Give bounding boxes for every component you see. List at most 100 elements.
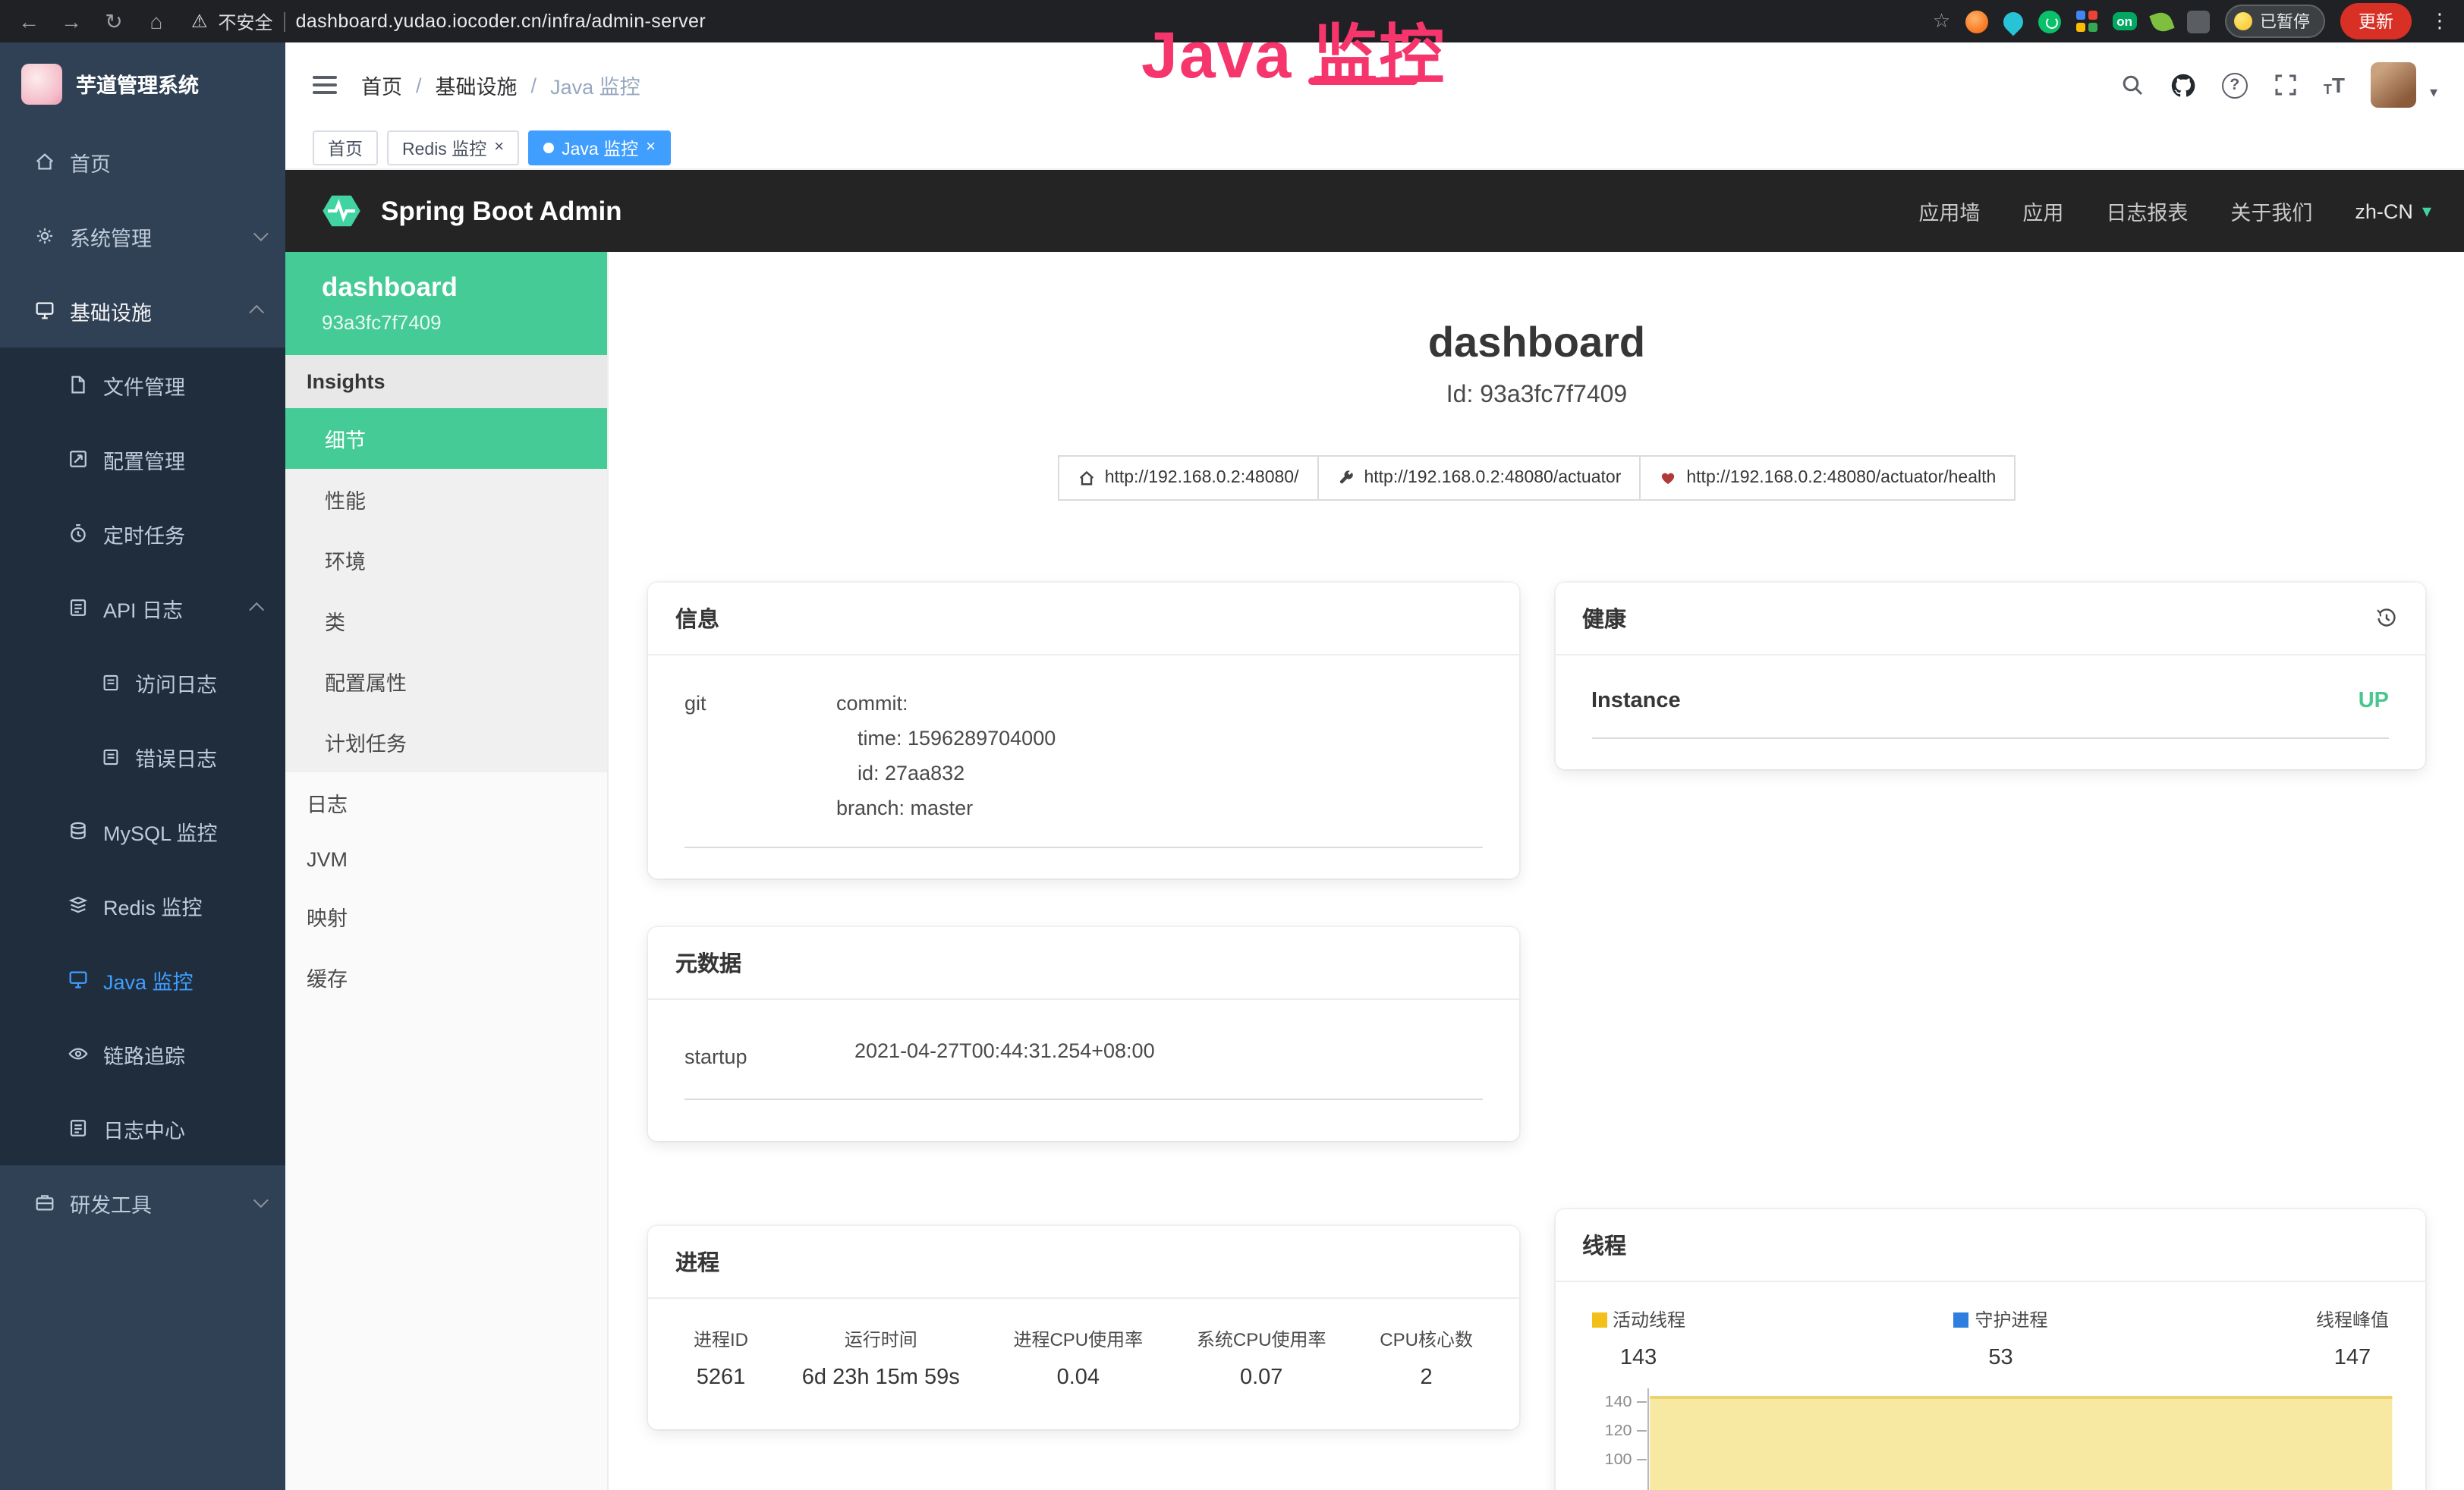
health-url-link[interactable]: http://192.168.0.2:48080/actuator/health — [1639, 455, 2016, 501]
sidebar-item-environment[interactable]: 环境 — [285, 530, 607, 590]
sidebar-item-performance[interactable]: 性能 — [285, 469, 607, 530]
instance-header[interactable]: dashboard 93a3fc7f7409 — [285, 252, 607, 355]
card-title: 元数据 — [675, 947, 741, 979]
instance-url-link[interactable]: http://192.168.0.2:48080/ — [1058, 455, 1319, 501]
sidebar-item-redis-monitor[interactable]: Redis 监控 — [0, 868, 285, 942]
fullscreen-icon[interactable] — [2274, 73, 2298, 97]
git-id-line: id: 27aa832 — [836, 756, 1056, 791]
warning-icon: ⚠ — [191, 11, 208, 32]
info-card: 信息 git commit: time: 1596289704000 id: 2 — [648, 583, 1518, 879]
document-log-icon — [100, 671, 121, 693]
sidebar-item-jvm[interactable]: JVM — [285, 833, 607, 886]
process-col: CPU核心数 2 — [1380, 1326, 1473, 1390]
sidebar-item-access-logs[interactable]: 访问日志 — [0, 645, 285, 719]
java-monitor-icon — [67, 968, 90, 991]
sidebar-item-log-center[interactable]: 日志中心 — [0, 1091, 285, 1165]
sidebar-item-java-monitor[interactable]: Java 监控 — [0, 942, 285, 1017]
bookmark-star-icon[interactable]: ☆ — [1933, 9, 1950, 33]
layers-icon — [67, 894, 90, 916]
sidebar-item-file-management[interactable]: 文件管理 — [0, 347, 285, 422]
process-col: 进程ID 5261 — [694, 1326, 748, 1390]
header-actions: ? TT ▾ — [2120, 62, 2437, 108]
address-bar[interactable]: ⚠ 不安全 dashboard.yudao.iocoder.cn/infra/a… — [191, 8, 706, 34]
sidebar-item-classes[interactable]: 类 — [285, 590, 607, 651]
instance-label: Instance — [1591, 689, 1681, 713]
sidebar-item-mysql-monitor[interactable]: MySQL 监控 — [0, 794, 285, 868]
sidebar-item-scheduled-tasks[interactable]: 计划任务 — [285, 712, 607, 772]
sidebar-item-error-logs[interactable]: 错误日志 — [0, 719, 285, 794]
gear-icon — [33, 225, 56, 247]
legend-swatch-live — [1591, 1312, 1606, 1327]
sidebar-item-dev-tools[interactable]: 研发工具 — [0, 1165, 285, 1240]
column-header: CPU核心数 — [1380, 1326, 1473, 1352]
font-size-icon[interactable]: TT — [2324, 73, 2345, 97]
sidebar-item-tracing[interactable]: 链路追踪 — [0, 1017, 285, 1091]
breadcrumb-item[interactable]: 首页 — [361, 70, 402, 100]
tab-redis-monitor[interactable]: Redis 监控 × — [387, 130, 519, 165]
update-button[interactable]: 更新 — [2340, 3, 2412, 39]
health-card: 健康 Instance UP — [1555, 583, 2425, 769]
tab-java-monitor[interactable]: Java 监控 × — [528, 130, 671, 165]
legend-swatch-daemon — [1953, 1312, 1968, 1327]
history-icon[interactable] — [2375, 607, 2398, 630]
extension-on-badge[interactable]: on — [2112, 12, 2137, 31]
nav-journal[interactable]: 日志报表 — [2106, 196, 2188, 226]
sba-brand[interactable]: Spring Boot Admin — [381, 195, 622, 227]
locale-select[interactable]: zh-CN ▾ — [2355, 200, 2431, 222]
sba-navbar: Spring Boot Admin 应用墙 应用 日志报表 关于我们 zh-CN… — [285, 170, 2464, 252]
browser-menu-icon[interactable]: ⋮ — [2430, 9, 2450, 33]
menu-label: 系统管理 — [70, 221, 152, 251]
sidebar-item-details[interactable]: 细节 — [285, 408, 607, 469]
sidebar-item-logs[interactable]: 日志 — [285, 772, 607, 833]
sidebar-item-config-management[interactable]: 配置管理 — [0, 422, 285, 496]
search-icon[interactable] — [2120, 73, 2145, 97]
refresh-icon[interactable]: ↻ — [100, 8, 127, 34]
app-logo-avatar — [21, 63, 62, 104]
github-icon[interactable] — [2170, 72, 2196, 98]
card-title: 线程 — [1582, 1229, 1626, 1261]
help-icon[interactable]: ? — [2222, 72, 2248, 98]
menu-label: API 日志 — [103, 593, 183, 623]
link-label: http://192.168.0.2:48080/actuator/health — [1686, 469, 1996, 487]
legend-col: 线程峰值 147 — [2316, 1306, 2389, 1370]
sidebar-item-caches[interactable]: 缓存 — [285, 947, 607, 1007]
sidebar-item-mappings[interactable]: 映射 — [285, 886, 607, 947]
sidebar-item-scheduled-jobs[interactable]: 定时任务 — [0, 496, 285, 571]
sidebar-item-home[interactable]: 首页 — [0, 124, 285, 199]
browser-toolbar: ← → ↻ ⌂ ⚠ 不安全 dashboard.yudao.iocoder.cn… — [0, 0, 2464, 42]
extension-icon[interactable] — [2000, 8, 2028, 36]
nav-wallboard[interactable]: 应用墙 — [1918, 196, 1980, 226]
cell-value: 6d 23h 15m 59s — [802, 1366, 960, 1390]
nav-about[interactable]: 关于我们 — [2230, 196, 2312, 226]
app-logo-row[interactable]: 芋道管理系统 — [0, 42, 285, 124]
sidebar-item-api-logs[interactable]: API 日志 — [0, 571, 285, 645]
close-icon[interactable]: × — [646, 140, 656, 156]
actuator-url-link[interactable]: http://192.168.0.2:48080/actuator — [1317, 455, 1641, 501]
screen: ← → ↻ ⌂ ⚠ 不安全 dashboard.yudao.iocoder.cn… — [0, 0, 2464, 1490]
extension-icon[interactable] — [2038, 10, 2061, 33]
sidebar-item-infrastructure[interactable]: 基础设施 — [0, 273, 285, 347]
nav-applications[interactable]: 应用 — [2022, 196, 2063, 226]
breadcrumb-item[interactable]: 基础设施 — [436, 70, 518, 100]
close-icon[interactable]: × — [494, 140, 504, 156]
git-values: commit: time: 1596289704000 id: 27aa832 … — [836, 686, 1056, 825]
link-label: http://192.168.0.2:48080/ — [1105, 469, 1299, 487]
hamburger-icon[interactable] — [313, 76, 337, 94]
extension-icon[interactable] — [2076, 11, 2097, 32]
paused-extensions-badge[interactable]: 已暂停 — [2225, 5, 2325, 38]
sidebar-item-system[interactable]: 系统管理 — [0, 199, 285, 273]
forward-icon[interactable]: → — [58, 9, 85, 33]
svg-text:140: 140 — [1604, 1394, 1632, 1410]
extension-icon[interactable] — [1965, 10, 1988, 33]
sidebar-item-config-properties[interactable]: 配置属性 — [285, 651, 607, 712]
back-icon[interactable]: ← — [15, 9, 42, 33]
page-title: dashboard — [648, 319, 2425, 367]
browser-home-icon[interactable]: ⌂ — [143, 9, 170, 33]
user-menu-caret-icon[interactable]: ▾ — [2430, 85, 2437, 108]
tab-home[interactable]: 首页 — [313, 130, 378, 165]
user-avatar[interactable] — [2371, 62, 2416, 108]
home-icon — [33, 150, 56, 173]
extensions-puzzle-icon[interactable] — [2187, 10, 2210, 33]
git-key: git — [684, 686, 836, 825]
extension-icon[interactable] — [2149, 8, 2174, 33]
